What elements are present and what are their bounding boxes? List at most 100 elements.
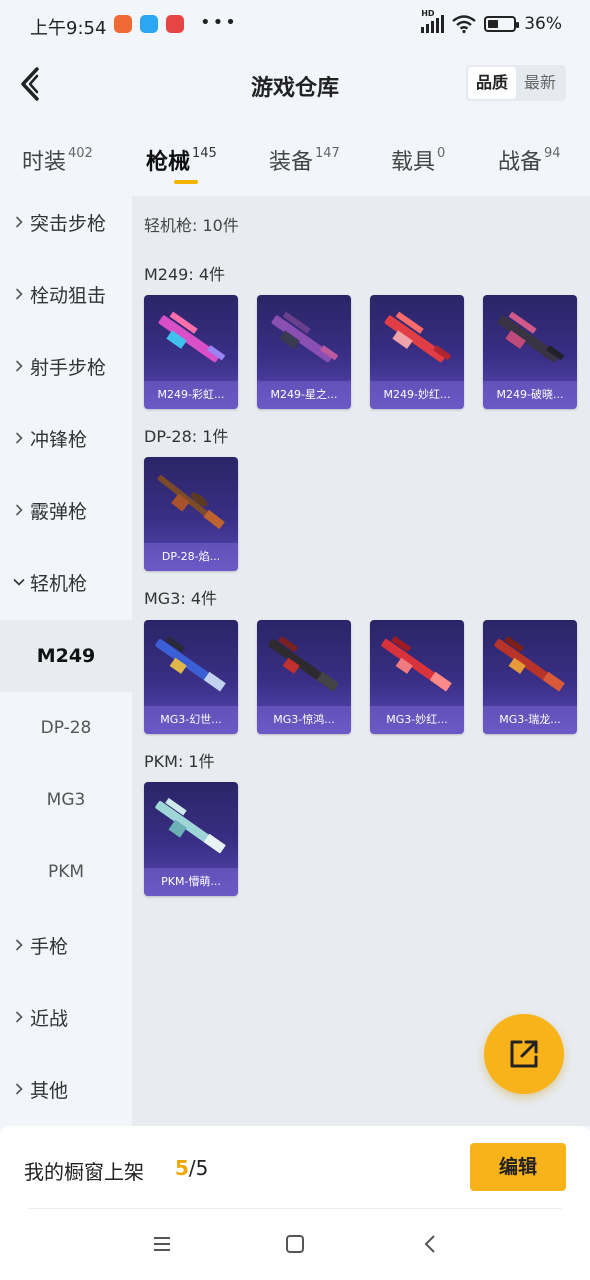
lmg-skin-image	[494, 635, 565, 692]
lmg-skin-image	[381, 635, 452, 692]
tab-active-indicator	[174, 180, 198, 184]
sidebar-item-pistol[interactable]: 手枪	[0, 909, 132, 981]
item-name: MG3-幻世...	[144, 706, 238, 734]
item-card[interactable]: MG3-瑞龙...	[483, 620, 577, 734]
lmg-skin-image	[497, 311, 565, 363]
item-card[interactable]: M249-妙红...	[370, 295, 464, 409]
app-notification-icon	[166, 15, 184, 33]
item-name: MG3-惊鸿...	[257, 706, 351, 734]
battery-icon	[484, 16, 520, 32]
battery-percent: 36%	[524, 14, 562, 34]
showcase-count: 5/5	[175, 1156, 209, 1180]
home-square-icon	[286, 1235, 304, 1253]
lmg-skin-image	[155, 635, 226, 692]
tab-fashion[interactable]: 时装 402	[22, 144, 93, 176]
chevron-right-icon	[12, 359, 26, 373]
item-grid-area: 轻机枪: 10件 M249: 4件 M249-彩虹... M249-星之... …	[132, 196, 590, 1126]
tab-count: 0	[437, 146, 446, 161]
item-name: M249-彩虹...	[144, 381, 238, 409]
item-card[interactable]: MG3-妙红...	[370, 620, 464, 734]
back-button[interactable]	[12, 64, 48, 104]
tab-count: 94	[544, 146, 561, 161]
chevron-right-icon	[12, 215, 26, 229]
item-name: M249-星之...	[257, 381, 351, 409]
menu-icon	[154, 1237, 170, 1251]
tab-count: 402	[68, 146, 93, 161]
nav-back-button[interactable]	[416, 1230, 444, 1258]
category-summary: 轻机枪: 10件	[144, 216, 239, 235]
app-notification-icon	[140, 15, 158, 33]
tab-supplies[interactable]: 战备 94	[498, 144, 561, 176]
showcase-panel: 我的橱窗上架 5/5 编辑	[0, 1126, 590, 1208]
item-card[interactable]: DP-28-焰...	[144, 457, 238, 571]
group-title: DP-28: 1件	[144, 427, 229, 446]
sidebar-item-melee[interactable]: 近战	[0, 981, 132, 1053]
sort-quality-button[interactable]: 品质	[467, 67, 516, 99]
item-name: PKM-懵萌...	[144, 868, 238, 896]
item-name: MG3-瑞龙...	[483, 706, 577, 734]
item-card[interactable]: MG3-幻世...	[144, 620, 238, 734]
sidebar-item-lmg[interactable]: 轻机枪	[0, 546, 132, 618]
nav-menu-button[interactable]	[148, 1230, 176, 1258]
more-notifications-icon: •••	[200, 12, 238, 33]
share-icon	[510, 1040, 538, 1068]
sidebar-item-marksman-rifle[interactable]: 射手步枪	[0, 330, 132, 402]
showcase-label: 我的橱窗上架	[24, 1160, 144, 1184]
sort-latest-button[interactable]: 最新	[516, 67, 564, 99]
group-title: PKM: 1件	[144, 752, 215, 771]
lmg-skin-image	[158, 311, 226, 363]
tab-equipment[interactable]: 装备 147	[269, 144, 340, 176]
status-bar: 上午9:54 ••• HD 36%	[0, 0, 590, 52]
lmg-skin-image	[271, 311, 339, 363]
chevron-down-icon	[12, 575, 26, 589]
sidebar-subitem-mg3[interactable]: MG3	[0, 764, 132, 836]
group-title: MG3: 4件	[144, 589, 218, 608]
tab-guns[interactable]: 枪械 145	[146, 144, 217, 176]
sidebar-item-bolt-sniper[interactable]: 栓动狙击	[0, 258, 132, 330]
chevron-right-icon	[12, 503, 26, 517]
status-time: 上午9:54	[30, 18, 107, 39]
signal-icon: HD	[421, 9, 445, 33]
sidebar-item-assault-rifle[interactable]: 突击步枪	[0, 186, 132, 258]
lmg-skin-image	[268, 635, 339, 692]
nav-home-button[interactable]	[281, 1230, 309, 1258]
chevron-right-icon	[12, 1082, 26, 1096]
sidebar-item-smg[interactable]: 冲锋枪	[0, 402, 132, 474]
group-title: M249: 4件	[144, 265, 226, 284]
chevron-right-icon	[12, 1010, 26, 1024]
item-card[interactable]: M249-星之...	[257, 295, 351, 409]
sidebar-item-shotgun[interactable]: 霰弹枪	[0, 474, 132, 546]
lmg-skin-image	[155, 797, 226, 854]
item-name: DP-28-焰...	[144, 543, 238, 571]
header: 游戏仓库 品质 最新	[0, 52, 590, 116]
tab-count: 145	[192, 146, 217, 161]
item-card[interactable]: MG3-惊鸿...	[257, 620, 351, 734]
app-notification-icon	[114, 15, 132, 33]
item-name: M249-妙红...	[370, 381, 464, 409]
sidebar: 突击步枪 栓动狙击 射手步枪 冲锋枪 霰弹枪 轻机枪 M249 DP-28 MG…	[0, 196, 132, 1126]
sidebar-subitem-m249[interactable]: M249	[0, 620, 132, 692]
edit-button[interactable]: 编辑	[470, 1143, 566, 1191]
item-name: M249-破晓...	[483, 381, 577, 409]
share-fab-button[interactable]	[484, 1014, 564, 1094]
tab-count: 147	[315, 146, 340, 161]
tab-vehicles[interactable]: 载具 0	[391, 144, 445, 176]
sort-toggle: 品质 最新	[465, 65, 566, 101]
system-nav-bar	[0, 1208, 590, 1280]
chevron-right-icon	[12, 287, 26, 301]
sidebar-subitem-pkm[interactable]: PKM	[0, 836, 132, 908]
item-card[interactable]: M249-彩虹...	[144, 295, 238, 409]
chevron-right-icon	[12, 431, 26, 445]
item-card[interactable]: PKM-懵萌...	[144, 782, 238, 896]
back-chevron-icon	[424, 1235, 435, 1253]
wifi-icon	[452, 15, 476, 33]
category-tabs: 时装 402 枪械 145 装备 147 载具 0 战备 94	[0, 132, 590, 192]
lmg-skin-image	[157, 475, 225, 530]
item-card[interactable]: M249-破晓...	[483, 295, 577, 409]
chevron-right-icon	[12, 938, 26, 952]
sidebar-item-other[interactable]: 其他	[0, 1053, 132, 1125]
lmg-skin-image	[384, 311, 452, 363]
item-name: MG3-妙红...	[370, 706, 464, 734]
back-arrow-icon	[21, 67, 39, 101]
sidebar-subitem-dp28[interactable]: DP-28	[0, 692, 132, 764]
